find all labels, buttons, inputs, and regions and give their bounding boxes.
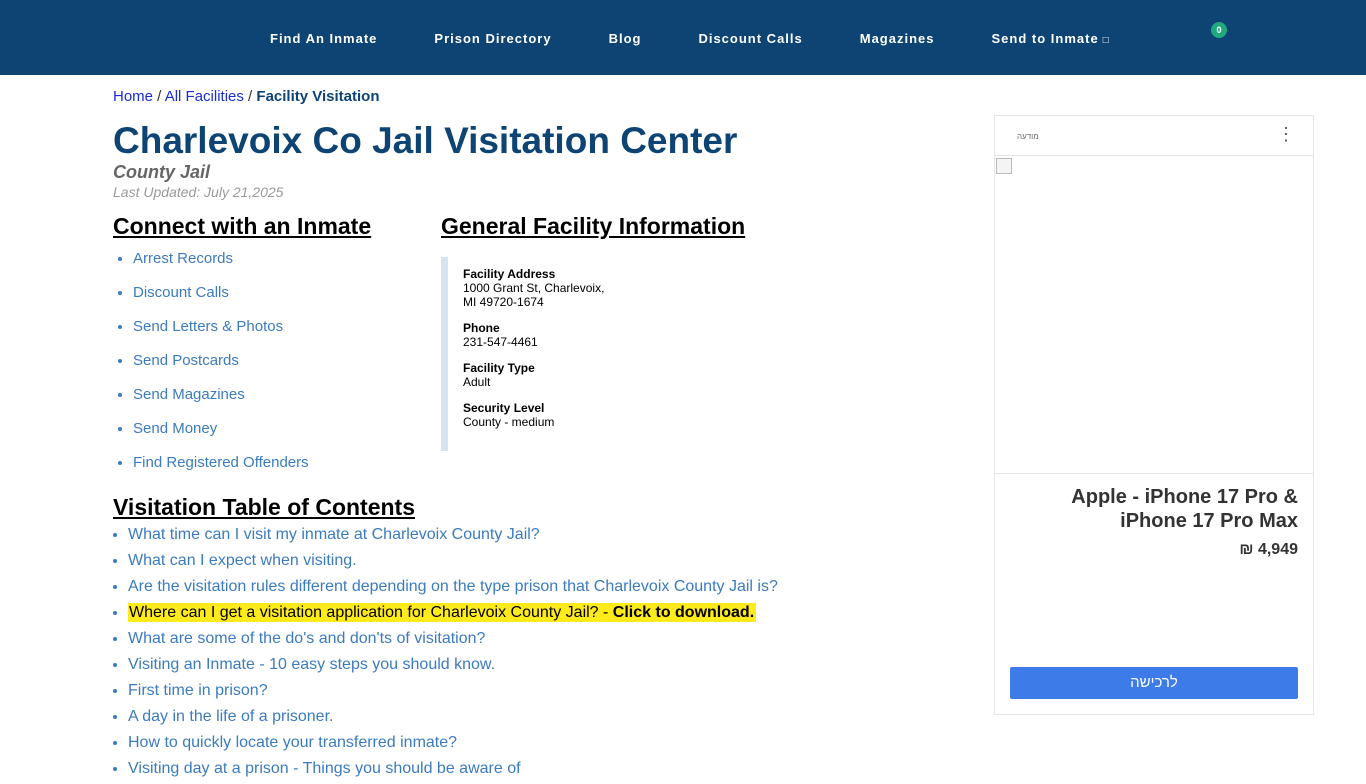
toc-item-transferred-inmate[interactable]: How to quickly locate your transferred i… bbox=[128, 732, 778, 758]
ad-buy-button[interactable]: לרכישה bbox=[1010, 667, 1298, 699]
visitation-application-highlight: Where can I get a visitation application… bbox=[128, 603, 757, 622]
last-updated: Last Updated: July 21,2025 bbox=[113, 184, 284, 200]
facility-type-label: Facility Type bbox=[463, 361, 535, 375]
toc-item-ten-steps[interactable]: Visiting an Inmate - 10 easy steps you s… bbox=[128, 654, 778, 680]
ad-price: ₪ 4,949 bbox=[1239, 541, 1298, 558]
ad-label: מודעה bbox=[1017, 132, 1039, 141]
nav-blog[interactable]: Blog bbox=[609, 31, 642, 46]
phone-value: 231-547-4461 bbox=[463, 335, 538, 349]
connect-heading: Connect with an Inmate bbox=[113, 213, 372, 239]
cart-count-badge[interactable]: 0 bbox=[1211, 22, 1227, 38]
connect-link-send-magazines[interactable]: Send Magazines bbox=[133, 386, 309, 420]
nav-prison-directory[interactable]: Prison Directory bbox=[434, 31, 551, 46]
toc-item-dos-and-donts[interactable]: What are some of the do's and don'ts of … bbox=[128, 628, 778, 654]
breadcrumb-home[interactable]: Home bbox=[113, 88, 153, 105]
address-value: 1000 Grant St, Charlevoix, MI 49720-1674 bbox=[463, 281, 741, 309]
ad-image[interactable] bbox=[995, 156, 1313, 474]
download-link[interactable]: Click to download. bbox=[613, 604, 754, 621]
advertisement[interactable]: מודעה ⋮ Apple - iPhone 17 Pro & iPhone 1… bbox=[994, 115, 1314, 715]
address-line-1: 1000 Grant St, Charlevoix, bbox=[463, 281, 605, 295]
connect-link-arrest-records[interactable]: Arrest Records bbox=[133, 250, 309, 284]
facility-info-box: Facility Address 1000 Grant St, Charlevo… bbox=[441, 257, 741, 451]
ad-product-line-1: Apple - iPhone 17 Pro & bbox=[1071, 486, 1298, 508]
nav-menu: Find An Inmate Prison Directory Blog Dis… bbox=[270, 31, 1167, 46]
ad-header: מודעה ⋮ bbox=[995, 116, 1313, 156]
connect-link-send-letters[interactable]: Send Letters & Photos bbox=[133, 318, 309, 352]
breadcrumb-current: Facility Visitation bbox=[256, 88, 380, 105]
toc-item-day-in-life[interactable]: A day in the life of a prisoner. bbox=[128, 706, 778, 732]
facility-type-value: Adult bbox=[463, 375, 491, 389]
breadcrumb: Home / All Facilities / Facility Visitat… bbox=[113, 88, 380, 105]
ad-product-name[interactable]: Apple - iPhone 17 Pro & iPhone 17 Pro Ma… bbox=[1018, 485, 1298, 533]
security-level-value: County - medium bbox=[463, 415, 555, 429]
address-label: Facility Address bbox=[463, 267, 556, 281]
external-icon: □ bbox=[1102, 35, 1110, 46]
more-vertical-icon[interactable]: ⋮ bbox=[1277, 125, 1295, 143]
toc-heading: Visitation Table of Contents bbox=[113, 494, 415, 520]
nav-send-to-inmate-label: Send to Inmate bbox=[991, 31, 1099, 46]
breadcrumb-all-facilities[interactable]: All Facilities bbox=[165, 88, 244, 105]
visitation-application-text: Where can I get a visitation application… bbox=[129, 604, 613, 621]
security-level-label: Security Level bbox=[463, 401, 545, 415]
nav-discount-calls[interactable]: Discount Calls bbox=[698, 31, 802, 46]
toc-item-rules-by-prison-type[interactable]: Are the visitation rules different depen… bbox=[128, 576, 778, 602]
connect-link-send-money[interactable]: Send Money bbox=[133, 420, 309, 454]
nav-magazines[interactable]: Magazines bbox=[860, 31, 935, 46]
toc-item-visitation-application[interactable]: Where can I get a visitation application… bbox=[128, 602, 778, 628]
toc-item-what-to-expect[interactable]: What can I expect when visiting. bbox=[128, 550, 778, 576]
toc-item-visit-times[interactable]: What time can I visit my inmate at Charl… bbox=[128, 524, 778, 550]
connect-link-discount-calls[interactable]: Discount Calls bbox=[133, 284, 309, 318]
facility-type-subtitle: County Jail bbox=[113, 162, 211, 182]
toc-item-first-time[interactable]: First time in prison? bbox=[128, 680, 778, 706]
toc-item-visiting-day[interactable]: Visiting day at a prison - Things you sh… bbox=[128, 758, 778, 784]
phone-label: Phone bbox=[463, 321, 500, 335]
general-info-heading: General Facility Information bbox=[441, 213, 746, 239]
ad-product-line-2: iPhone 17 Pro Max bbox=[1120, 510, 1298, 532]
connect-links: Arrest Records Discount Calls Send Lette… bbox=[133, 250, 309, 488]
page-title: Charlevoix Co Jail Visitation Center bbox=[113, 120, 738, 161]
top-navigation: Find An Inmate Prison Directory Blog Dis… bbox=[0, 0, 1366, 75]
visitation-toc: What time can I visit my inmate at Charl… bbox=[128, 524, 778, 784]
connect-link-registered-offenders[interactable]: Find Registered Offenders bbox=[133, 454, 309, 488]
connect-link-send-postcards[interactable]: Send Postcards bbox=[133, 352, 309, 386]
nav-send-to-inmate[interactable]: Send to Inmate □ bbox=[992, 31, 1110, 46]
address-line-2: MI 49720-1674 bbox=[463, 295, 544, 309]
nav-find-inmate[interactable]: Find An Inmate bbox=[270, 31, 377, 46]
broken-image-icon bbox=[996, 158, 1012, 174]
